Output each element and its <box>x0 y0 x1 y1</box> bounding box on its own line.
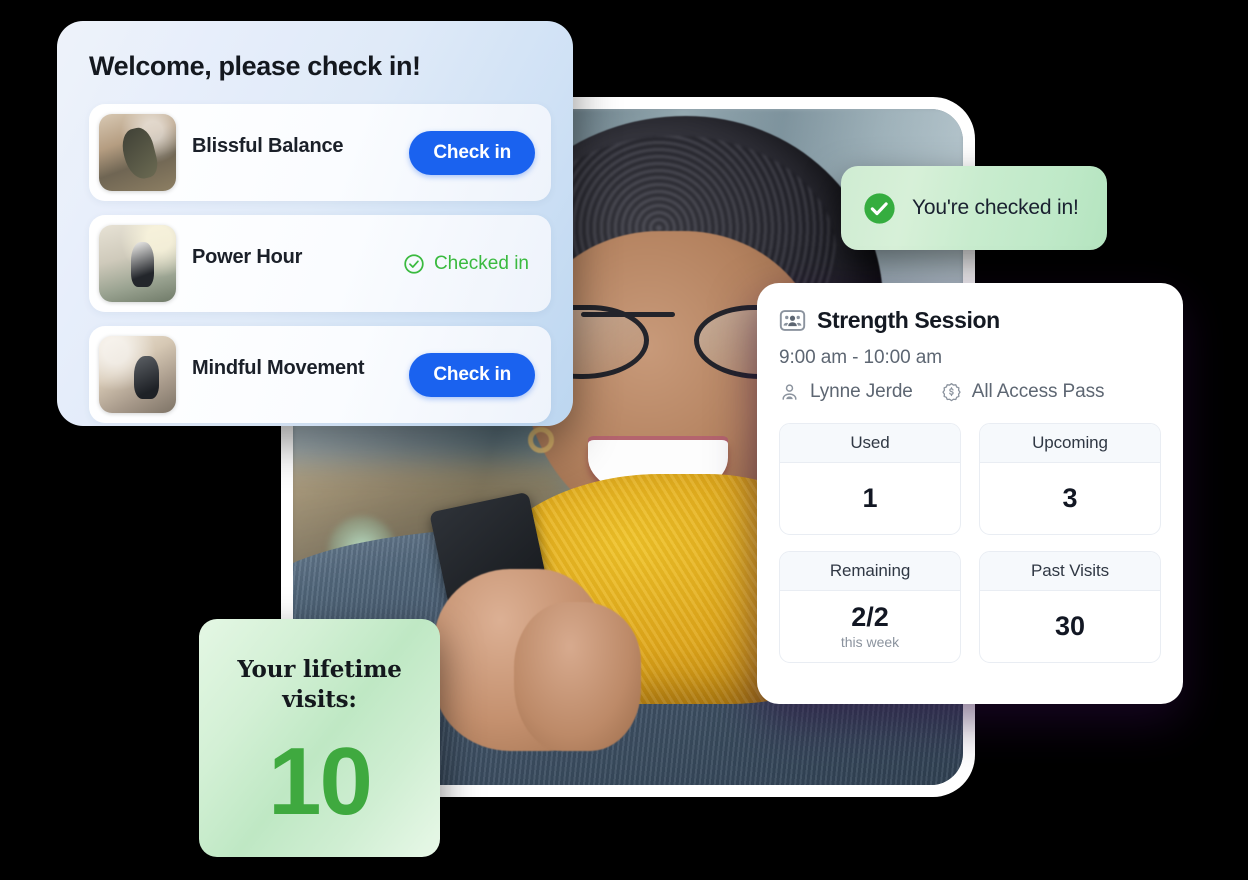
stat-upcoming: Upcoming 3 <box>979 423 1161 535</box>
status-badge: Checked in <box>403 253 535 275</box>
class-thumbnail-icon <box>99 336 176 413</box>
membership-name: All Access Pass <box>971 381 1105 402</box>
check-circle-outline-icon <box>404 253 424 274</box>
pass-badge-icon <box>942 382 961 401</box>
stat-value: 1 <box>862 483 878 514</box>
stat-body: 2/2 this week <box>780 591 960 662</box>
page-title: Welcome, please check in! <box>89 51 421 81</box>
check-circle-filled-icon <box>864 192 895 224</box>
checked-in-toast: You're checked in! <box>841 166 1107 250</box>
session-detail-card: Strength Session 9:00 am - 10:00 am Lynn… <box>757 283 1183 704</box>
composite-hero-graphic: Welcome, please check in! Blissful Balan… <box>0 0 1248 880</box>
group-class-icon <box>779 310 806 331</box>
checkin-panel: Welcome, please check in! Blissful Balan… <box>57 21 573 426</box>
photo-hand-right <box>514 602 642 752</box>
stat-value: 30 <box>1054 611 1086 642</box>
membership: All Access Pass <box>941 381 1105 403</box>
session-header: Strength Session <box>779 307 1161 334</box>
class-list-item[interactable]: Power Hour Checked in <box>89 215 551 312</box>
stat-label: Used <box>780 424 960 463</box>
stat-value: 2/2 <box>851 602 889 633</box>
stat-body: 30 <box>980 591 1160 662</box>
status-badge-label: Checked in <box>433 252 529 274</box>
person-icon <box>782 383 797 400</box>
stat-past-visits: Past Visits 30 <box>979 551 1161 663</box>
session-stats-grid: Used 1 Upcoming 3 Remaining 2/2 this wee… <box>779 423 1161 663</box>
class-row-body: Blissful Balance <box>192 135 393 171</box>
stat-used: Used 1 <box>779 423 961 535</box>
class-thumbnail-icon <box>99 225 176 302</box>
session-title: Strength Session <box>817 307 1000 333</box>
class-list-item[interactable]: Blissful Balance Check in <box>89 104 551 201</box>
class-row-body: Power Hour <box>192 246 387 282</box>
stat-body: 3 <box>980 463 1160 534</box>
check-in-button[interactable]: Check in <box>409 352 535 397</box>
photo-earring <box>527 426 554 453</box>
session-time: 9:00 am - 10:00 am <box>779 347 942 368</box>
class-row-body: Mindful Movement <box>192 357 393 393</box>
stat-remaining: Remaining 2/2 this week <box>779 551 961 663</box>
check-in-button[interactable]: Check in <box>409 130 535 175</box>
instructor: Lynne Jerde <box>779 381 913 403</box>
class-name: Power Hour <box>192 245 303 268</box>
stat-label: Past Visits <box>980 552 1160 591</box>
lifetime-visits-value: 10 <box>268 727 373 835</box>
class-thumbnail-icon <box>99 114 176 191</box>
stat-label: Upcoming <box>980 424 1160 463</box>
instructor-name: Lynne Jerde <box>810 381 913 402</box>
class-list-item[interactable]: Mindful Movement Check in <box>89 326 551 423</box>
lifetime-visits-label: Your lifetime visits: <box>237 656 402 714</box>
toast-message: You're checked in! <box>912 196 1079 219</box>
stat-label: Remaining <box>780 552 960 591</box>
session-meta: Lynne Jerde All Access Pass <box>779 381 1161 403</box>
stat-sublabel: this week <box>840 633 900 650</box>
class-name: Blissful Balance <box>192 134 344 157</box>
lifetime-visits-card: Your lifetime visits: 10 <box>199 619 440 857</box>
stat-body: 1 <box>780 463 960 534</box>
class-name: Mindful Movement <box>192 356 365 379</box>
photo-glasses-bridge <box>581 311 675 317</box>
stat-value: 3 <box>1062 483 1078 514</box>
